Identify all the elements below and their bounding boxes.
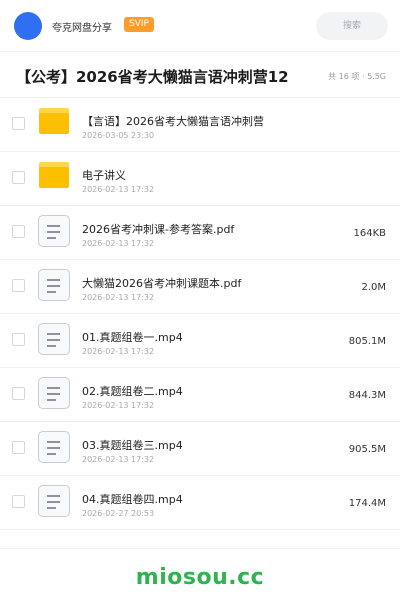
row-checkbox[interactable] <box>12 333 25 346</box>
row-checkbox[interactable] <box>12 171 25 184</box>
file-list: 【言语】2026省考大懒猫言语冲刺营 2026-03-05 23:30 电子讲义… <box>0 98 400 530</box>
search-button[interactable]: 搜索 <box>316 12 388 40</box>
file-row[interactable]: 【言语】2026省考大懒猫言语冲刺营 2026-03-05 23:30 <box>0 98 400 152</box>
row-checkbox[interactable] <box>12 387 25 400</box>
file-name: 01.真题组卷一.mp4 <box>82 331 183 344</box>
top-bar: 夸克网盘分享 SVIP 搜索 <box>0 0 400 52</box>
file-name: 02.真题组卷二.mp4 <box>82 385 183 398</box>
document-icon <box>38 431 70 463</box>
folder-icon <box>39 108 69 134</box>
file-date: 2026-02-13 17:32 <box>82 239 155 248</box>
file-size: 164KB <box>353 228 386 239</box>
folder-meta: 共 16 项 · 5.5G <box>328 72 386 81</box>
file-name: 大懒猫2026省考冲刺课题本.pdf <box>82 277 242 290</box>
folder-icon <box>39 162 69 188</box>
file-date: 2026-03-05 23:30 <box>82 131 155 140</box>
avatar[interactable] <box>14 12 42 40</box>
file-row[interactable]: 04.真题组卷四.mp4 2026-02-27 20:53 174.4M <box>0 476 400 530</box>
file-row[interactable]: 01.真题组卷一.mp4 2026-02-13 17:32 805.1M <box>0 314 400 368</box>
svip-badge: SVIP <box>124 17 154 32</box>
document-icon <box>38 269 70 301</box>
row-checkbox[interactable] <box>12 441 25 454</box>
document-icon <box>38 323 70 355</box>
file-size: 174.4M <box>348 498 386 509</box>
document-icon <box>38 215 70 247</box>
file-row[interactable]: 电子讲义 2026-02-13 17:32 <box>0 152 400 206</box>
file-row[interactable]: 大懒猫2026省考冲刺课题本.pdf 2026-02-13 17:32 2.0M <box>0 260 400 314</box>
file-date: 2026-02-27 20:53 <box>82 509 155 518</box>
file-name: 电子讲义 <box>82 169 126 182</box>
row-checkbox[interactable] <box>12 495 25 508</box>
file-size: 844.3M <box>348 390 386 401</box>
document-icon <box>38 485 70 517</box>
document-icon <box>38 377 70 409</box>
file-name: 【言语】2026省考大懒猫言语冲刺营 <box>82 115 264 128</box>
file-row[interactable]: 2026省考冲刺课-参考答案.pdf 2026-02-13 17:32 164K… <box>0 206 400 260</box>
file-date: 2026-02-13 17:32 <box>82 293 155 302</box>
file-size: 805.1M <box>348 336 386 347</box>
file-size: 905.5M <box>348 444 386 455</box>
file-name: 2026省考冲刺课-参考答案.pdf <box>82 223 235 236</box>
file-date: 2026-02-13 17:32 <box>82 185 155 194</box>
file-name: 03.真题组卷三.mp4 <box>82 439 183 452</box>
file-name: 04.真题组卷四.mp4 <box>82 493 183 506</box>
page-title: 【公考】2026省考大懒猫言语冲刺营12 <box>16 68 289 86</box>
watermark-text: miosou.cc <box>135 565 265 590</box>
brand-name: 夸克网盘分享 <box>52 23 112 34</box>
footer: miosou.cc <box>0 548 400 600</box>
file-row[interactable]: 02.真题组卷二.mp4 2026-02-13 17:32 844.3M <box>0 368 400 422</box>
folder-title-row: 【公考】2026省考大懒猫言语冲刺营12 共 16 项 · 5.5G <box>0 52 400 98</box>
file-row[interactable]: 03.真题组卷三.mp4 2026-02-13 17:32 905.5M <box>0 422 400 476</box>
file-date: 2026-02-13 17:32 <box>82 401 155 410</box>
file-date: 2026-02-13 17:32 <box>82 455 155 464</box>
row-checkbox[interactable] <box>12 117 25 130</box>
file-size: 2.0M <box>361 282 386 293</box>
file-date: 2026-02-13 17:32 <box>82 347 155 356</box>
row-checkbox[interactable] <box>12 279 25 292</box>
row-checkbox[interactable] <box>12 225 25 238</box>
